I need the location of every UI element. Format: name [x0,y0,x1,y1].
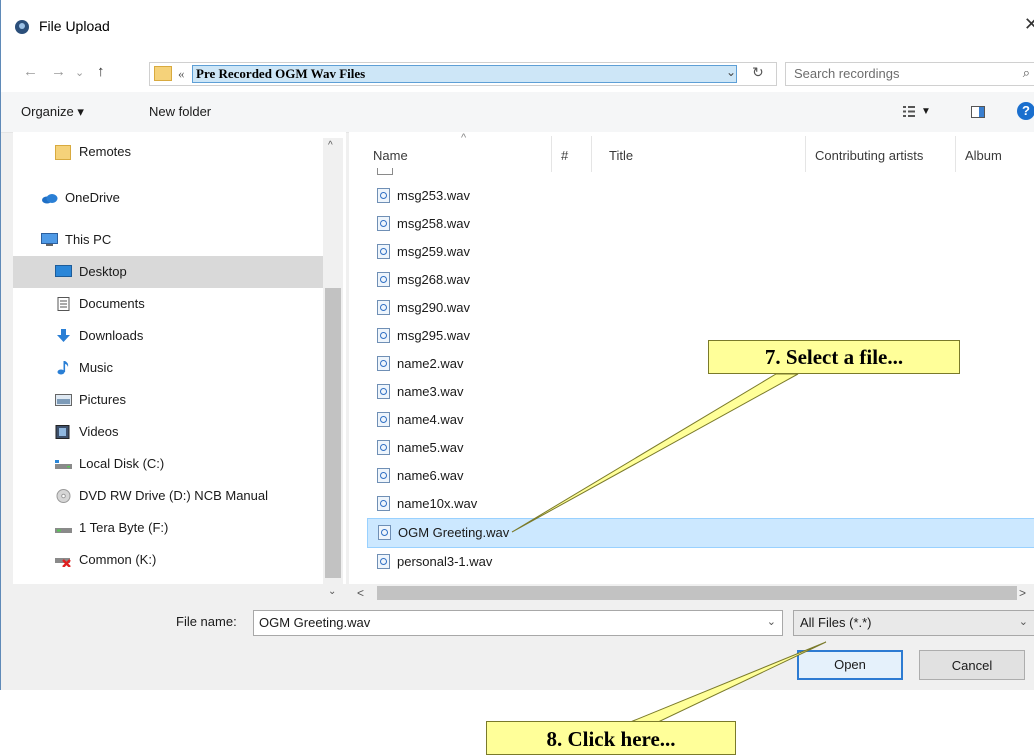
callout-step-7: 7. Select a file... [708,340,960,374]
callout-7-pointer [511,373,799,533]
callout-pointers [511,373,827,724]
callout-8-pointer [627,641,827,724]
callout-step-8: 8. Click here... [486,721,736,755]
